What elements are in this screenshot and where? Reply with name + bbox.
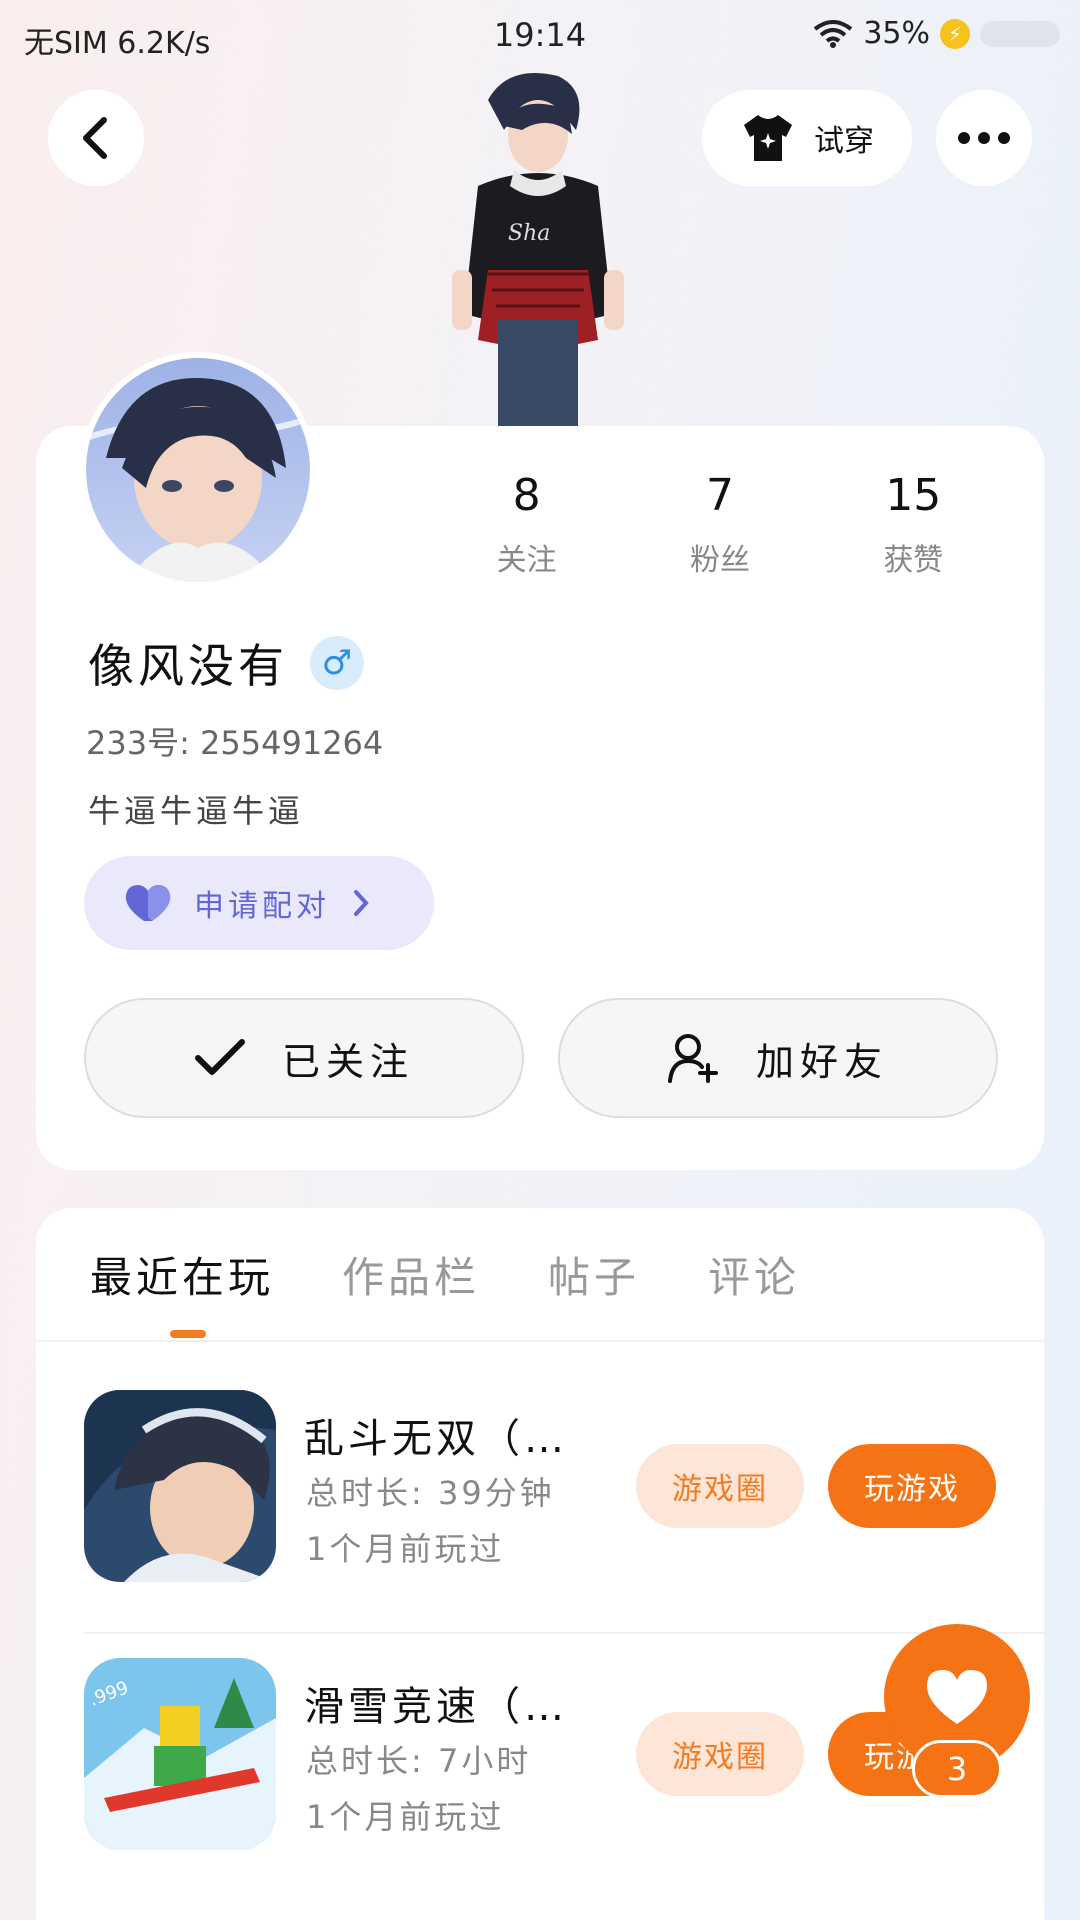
stat-value: 8 — [512, 470, 541, 521]
tabs-divider — [36, 1340, 1044, 1342]
profile-avatar[interactable] — [80, 352, 316, 588]
game-list-item[interactable]: 乱斗无双（… 总时长: 39分钟 1个月前玩过 游戏圈 玩游戏 — [84, 1366, 1044, 1632]
game-cover-image — [84, 1390, 276, 1582]
stat-value: 15 — [885, 470, 942, 521]
add-friend-button[interactable]: 加好友 — [558, 998, 998, 1118]
svg-text:Sha: Sha — [508, 221, 550, 246]
stat-value: 7 — [705, 470, 734, 521]
heart-icon — [927, 1670, 987, 1724]
game-circle-button[interactable]: 游戏圈 — [636, 1444, 804, 1528]
game-duration: 总时长: 39分钟 — [306, 1474, 555, 1512]
game-circle-button[interactable]: 游戏圈 — [636, 1712, 804, 1796]
game-name: 滑雪竞速（… — [304, 1684, 568, 1730]
game-icon[interactable] — [84, 1390, 276, 1582]
game-duration: 总时长: 7小时 — [306, 1742, 532, 1780]
status-icons: 35% ⚡ — [813, 16, 1060, 51]
stat-following[interactable]: 8 关注 — [430, 470, 623, 579]
game-cover-image: .999 — [84, 1658, 276, 1850]
try-on-label: 试穿 — [814, 124, 874, 159]
wifi-icon — [814, 19, 853, 48]
tab-posts[interactable]: 帖子 — [548, 1244, 640, 1305]
more-button[interactable] — [936, 90, 1032, 186]
stat-label: 粉丝 — [689, 543, 750, 578]
charging-icon: ⚡ — [940, 18, 970, 49]
followed-button[interactable]: 已关注 — [84, 998, 524, 1118]
stat-label: 关注 — [496, 543, 557, 578]
back-arrow-icon — [83, 117, 107, 159]
shirt-icon — [744, 115, 792, 161]
back-button[interactable] — [48, 90, 144, 186]
active-tab-indicator — [170, 1330, 206, 1338]
game-last-played: 1个月前玩过 — [306, 1798, 505, 1836]
username-row: 像风没有 ♂ — [88, 630, 364, 696]
avatar-image — [86, 378, 310, 582]
profile-stats: 8 关注 7 粉丝 15 获赞 — [430, 470, 1010, 579]
male-icon: ♂ — [310, 636, 364, 690]
game-last-played: 1个月前玩过 — [306, 1530, 505, 1568]
tab-recently-played[interactable]: 最近在玩 — [90, 1244, 274, 1305]
username: 像风没有 — [88, 639, 288, 693]
tab-comments[interactable]: 评论 — [708, 1244, 800, 1305]
apply-pair-label: 申请配对 — [194, 889, 330, 924]
add-user-icon — [667, 1034, 718, 1083]
profile-tabs: 最近在玩 作品栏 帖子 评论 — [90, 1244, 800, 1305]
followed-label: 已关注 — [281, 1039, 414, 1084]
heart-pair-icon — [125, 885, 171, 921]
stat-likes[interactable]: 15 获赞 — [817, 470, 1010, 579]
stat-label: 获赞 — [883, 543, 944, 578]
game-icon[interactable]: .999 — [84, 1658, 276, 1850]
checkmark-icon — [194, 1039, 245, 1075]
chevron-right-icon — [354, 890, 369, 916]
like-count-badge: 3 — [912, 1740, 1002, 1798]
battery-text: 35% — [863, 16, 930, 51]
game-name: 乱斗无双（… — [304, 1416, 568, 1462]
apply-pair-button[interactable]: 申请配对 — [84, 856, 434, 950]
stat-followers[interactable]: 7 粉丝 — [623, 470, 816, 579]
user-id[interactable]: 233号: 255491264 — [86, 718, 383, 764]
user-bio: 牛逼牛逼牛逼 — [88, 792, 305, 830]
add-friend-label: 加好友 — [755, 1039, 888, 1084]
try-on-button[interactable]: 试穿 — [702, 90, 912, 186]
more-dots-icon — [958, 132, 1010, 144]
avatar-figure[interactable]: Sha — [448, 70, 628, 426]
weather-icon — [980, 20, 1060, 47]
tab-works[interactable]: 作品栏 — [342, 1244, 480, 1305]
status-bar: 无SIM 6.2K/s 19:14 35% ⚡ — [0, 0, 1080, 70]
play-game-button[interactable]: 玩游戏 — [828, 1444, 996, 1528]
